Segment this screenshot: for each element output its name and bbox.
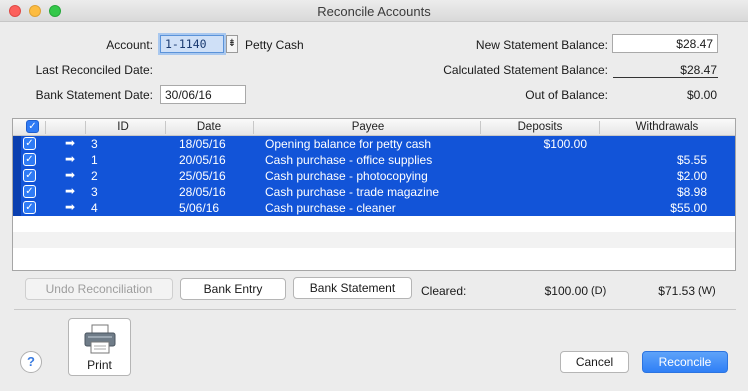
row-date: 28/05/16 xyxy=(179,185,226,199)
row-withdrawal: $5.55 xyxy=(676,153,707,167)
cleared-checkbox[interactable]: ✓ xyxy=(23,201,36,214)
empty-row xyxy=(13,216,735,232)
bank-statement-date-field[interactable]: 30/06/16 xyxy=(160,85,246,104)
row-marker xyxy=(13,200,21,216)
row-payee: Cash purchase - office supplies xyxy=(265,153,433,167)
row-marker xyxy=(13,152,21,168)
table-row[interactable]: ✓ ➡ 3 18/05/16 Opening balance for petty cas… xyxy=(13,136,735,152)
column-id[interactable]: ID xyxy=(103,121,143,133)
select-all-checkbox[interactable]: ✓ xyxy=(26,120,39,133)
account-name: Petty Cash xyxy=(245,38,304,52)
zoom-arrow-icon[interactable]: ➡ xyxy=(65,168,75,182)
row-withdrawal: $55.00 xyxy=(670,201,707,215)
cancel-button[interactable]: Cancel xyxy=(560,351,629,373)
transactions-table[interactable]: ✓ ID Date Payee Deposits Withdrawals ✓ ➡ 3… xyxy=(12,118,736,271)
help-button[interactable]: ? xyxy=(20,351,42,373)
print-button[interactable]: Print xyxy=(68,318,131,376)
row-id: 1 xyxy=(91,153,98,167)
column-deposits[interactable]: Deposits xyxy=(503,121,577,133)
cleared-withdrawals-value: $71.53 xyxy=(658,284,695,298)
table-row[interactable]: ✓ ➡ 1 20/05/16 Cash purchase - office suppli… xyxy=(13,152,735,168)
cleared-checkbox[interactable]: ✓ xyxy=(23,185,36,198)
title-bar: Reconcile Accounts xyxy=(0,0,748,22)
empty-row xyxy=(13,232,735,248)
row-deposit: $100.00 xyxy=(543,137,587,151)
bank-entry-button[interactable]: Bank Entry xyxy=(180,278,286,300)
row-id: 3 xyxy=(91,185,98,199)
zoom-arrow-icon[interactable]: ➡ xyxy=(65,136,75,150)
printer-icon xyxy=(84,324,116,354)
last-reconciled-label: Last Reconciled Date: xyxy=(35,63,153,77)
column-payee[interactable]: Payee xyxy=(333,121,403,133)
total-underline xyxy=(613,77,718,78)
bank-statement-date-label: Bank Statement Date: xyxy=(35,88,153,102)
cleared-withdrawals-suffix: (W) xyxy=(698,285,716,297)
new-statement-balance-label: New Statement Balance: xyxy=(475,38,608,52)
account-label: Account: xyxy=(106,38,153,52)
row-id: 3 xyxy=(91,137,98,151)
row-marker xyxy=(13,168,21,184)
row-marker xyxy=(13,136,21,152)
zoom-arrow-icon[interactable]: ➡ xyxy=(65,184,75,198)
reconcile-button[interactable]: Reconcile xyxy=(642,351,728,373)
row-date: 5/06/16 xyxy=(179,201,220,215)
cleared-deposits-suffix: (D) xyxy=(591,285,607,297)
row-payee: Cash purchase - trade magazine xyxy=(265,185,440,199)
row-payee: Cash purchase - cleaner xyxy=(265,201,396,215)
row-date: 25/05/16 xyxy=(179,169,226,183)
print-label: Print xyxy=(87,358,112,372)
zoom-arrow-icon[interactable]: ➡ xyxy=(65,152,75,166)
cleared-label: Cleared: xyxy=(421,284,467,298)
cleared-checkbox[interactable]: ✓ xyxy=(23,169,36,182)
zoom-arrow-icon[interactable]: ➡ xyxy=(65,200,75,214)
table-header: ✓ ID Date Payee Deposits Withdrawals xyxy=(13,119,735,136)
cleared-deposits-value: $100.00 xyxy=(544,284,588,298)
row-id: 2 xyxy=(91,169,98,183)
calculated-balance-value: $28.47 xyxy=(680,63,717,77)
row-marker xyxy=(13,184,21,200)
cleared-checkbox[interactable]: ✓ xyxy=(23,153,36,166)
account-number-field[interactable]: 1-1140 xyxy=(160,35,224,53)
row-payee: Opening balance for petty cash xyxy=(265,137,432,151)
out-of-balance-value: $0.00 xyxy=(686,88,717,102)
out-of-balance-label: Out of Balance: xyxy=(525,88,608,102)
row-withdrawal: $8.98 xyxy=(676,185,707,199)
calculated-balance-label: Calculated Statement Balance: xyxy=(443,63,608,77)
column-date[interactable]: Date xyxy=(183,121,235,133)
row-date: 20/05/16 xyxy=(179,153,226,167)
cleared-checkbox[interactable]: ✓ xyxy=(23,137,36,150)
account-lookup-icon[interactable]: ⇟ xyxy=(226,35,238,53)
column-withdrawals[interactable]: Withdrawals xyxy=(617,121,717,133)
row-id: 4 xyxy=(91,201,98,215)
window-title: Reconcile Accounts xyxy=(317,4,431,19)
table-row[interactable]: ✓ ➡ 3 28/05/16 Cash purchase - trade magazin… xyxy=(13,184,735,200)
new-statement-balance-field[interactable]: $28.47 xyxy=(612,34,718,53)
empty-row xyxy=(13,248,735,264)
table-row[interactable]: ✓ ➡ 4 5/06/16 Cash purchase - cleaner $55.00 xyxy=(13,200,735,216)
divider xyxy=(14,309,736,310)
bank-statement-button[interactable]: Bank Statement xyxy=(293,277,412,299)
row-withdrawal: $2.00 xyxy=(676,169,707,183)
row-payee: Cash purchase - photocopying xyxy=(265,169,428,183)
row-date: 18/05/16 xyxy=(179,137,226,151)
table-row[interactable]: ✓ ➡ 2 25/05/16 Cash purchase - photocopying $… xyxy=(13,168,735,184)
undo-reconciliation-button[interactable]: Undo Reconciliation xyxy=(25,278,173,300)
